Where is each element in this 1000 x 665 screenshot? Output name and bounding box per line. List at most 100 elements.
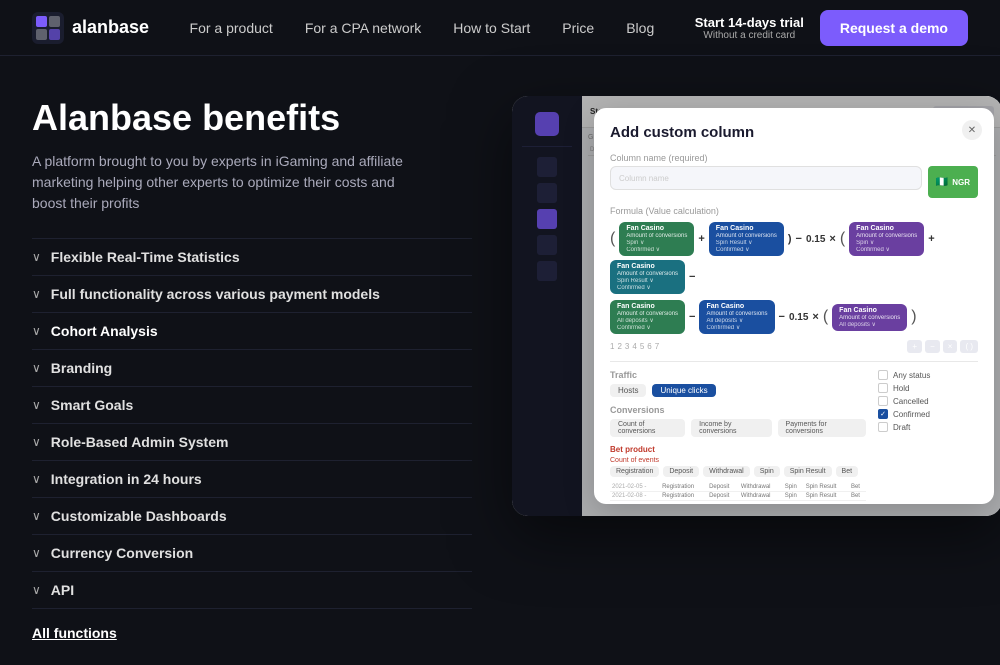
nav-blog[interactable]: Blog <box>626 20 654 36</box>
sr-cell: Spin Result <box>804 483 849 492</box>
conv-chips: Count of conversions Income by conversio… <box>610 419 866 437</box>
feature-item-f10[interactable]: ∨ API <box>32 572 472 609</box>
feature-item-f7[interactable]: ∨ Integration in 24 hours <box>32 461 472 498</box>
nav-product[interactable]: For a product <box>190 20 273 36</box>
bc1-5[interactable]: Spin Result <box>784 466 832 477</box>
conv-chip-2[interactable]: Income by conversions <box>691 419 771 437</box>
formula-chip-1[interactable]: Fan Casino Amount of conversions Spin ∨ … <box>619 222 694 256</box>
status-checkboxes: Any status Hold Cancelled <box>878 370 978 432</box>
formula-plus-btn[interactable]: + <box>907 340 922 353</box>
traffic-label: Traffic <box>610 370 866 380</box>
right-panel: Statistics 12.12.2020 – ... Group by: Da… <box>512 96 1000 641</box>
cb-any-box[interactable] <box>878 370 888 380</box>
cb-draft-box[interactable] <box>878 422 888 432</box>
feature-item-f4[interactable]: ∨ Branding <box>32 350 472 387</box>
column-name-placeholder: Column name <box>619 174 669 183</box>
chevron-icon-f6: ∨ <box>32 435 41 449</box>
formula-op-times1: × <box>829 233 835 245</box>
all-functions-link[interactable]: All functions <box>32 625 472 641</box>
feature-item-f9[interactable]: ∨ Currency Conversion <box>32 535 472 572</box>
fc2-confirm: Confirmed ∨ <box>716 246 777 253</box>
chevron-icon-f4: ∨ <box>32 361 41 375</box>
chevron-icon-f5: ∨ <box>32 398 41 412</box>
feature-list: ∨ Flexible Real-Time Statistics ∨ Full f… <box>32 238 472 609</box>
formula-chip-5[interactable]: Fan Casino Amount of conversions All dep… <box>610 300 685 334</box>
formula-num-1: 0.15 <box>806 234 825 245</box>
chevron-icon-f8: ∨ <box>32 509 41 523</box>
formula-minus-btn[interactable]: − <box>925 340 940 353</box>
traffic-chip-clicks[interactable]: Unique clicks <box>652 384 715 397</box>
logo-icon <box>32 12 64 44</box>
fc6-title: Fan Casino <box>706 303 767 310</box>
reg-cell2: Registration <box>660 492 707 501</box>
formula-chip-4[interactable]: Fan Casino Amount of conversions Spin Re… <box>610 260 685 294</box>
nav-cpa[interactable]: For a CPA network <box>305 20 421 36</box>
feature-label-f2: Full functionality across various paymen… <box>51 286 380 302</box>
conv-chip-3[interactable]: Payments for conversions <box>778 419 866 437</box>
dialog-close-button[interactable]: ✕ <box>962 120 982 140</box>
dep-cell: Deposit <box>707 483 739 492</box>
conv-chip-1[interactable]: Count of conversions <box>610 419 685 437</box>
cb-confirmed-label: Confirmed <box>893 410 930 419</box>
feature-item-f2[interactable]: ∨ Full functionality across various paym… <box>32 276 472 313</box>
fc6-confirm: Confirmed ∨ <box>706 324 767 331</box>
wd-cell: Withdrawal <box>739 483 783 492</box>
feature-item-f6[interactable]: ∨ Role-Based Admin System <box>32 424 472 461</box>
fc4-title: Fan Casino <box>617 263 678 270</box>
cb-hold-box[interactable] <box>878 383 888 393</box>
demo-button[interactable]: Request a demo <box>820 10 968 46</box>
nav-howto[interactable]: How to Start <box>453 20 530 36</box>
fc4-select: Spin Result ∨ <box>617 277 678 284</box>
fc1-select: Spin ∨ <box>626 239 687 246</box>
bc1-4[interactable]: Spin <box>754 466 780 477</box>
column-name-input[interactable]: Column name <box>610 166 922 190</box>
bc1-2[interactable]: Deposit <box>663 466 699 477</box>
feature-label-f10: API <box>51 582 74 598</box>
traffic-chip-hosts[interactable]: Hosts <box>610 384 646 397</box>
cb-hold[interactable]: Hold <box>878 383 978 393</box>
currency-chip[interactable]: 🇳🇬 NGR <box>928 166 978 198</box>
formula-times-btn[interactable]: × <box>943 340 958 353</box>
cb-cancelled-box[interactable] <box>878 396 888 406</box>
feature-label-f4: Branding <box>51 360 112 376</box>
feature-item-f3[interactable]: ∨ Cohort Analysis <box>32 313 472 350</box>
dialog-divider-1 <box>610 361 978 362</box>
cb-any[interactable]: Any status <box>878 370 978 380</box>
wd-cell2: Withdrawal <box>739 492 783 501</box>
feature-item-f5[interactable]: ∨ Smart Goals <box>32 387 472 424</box>
chevron-icon-f3: ∨ <box>32 324 41 338</box>
formula-op-close1: ) <box>788 233 792 245</box>
feature-item-f1[interactable]: ∨ Flexible Real-Time Statistics <box>32 238 472 276</box>
chevron-icon-f2: ∨ <box>32 287 41 301</box>
bc1-6[interactable]: Bet <box>836 466 859 477</box>
formula-op-minus4: − <box>779 311 785 323</box>
bet-sublabel1: Count of events <box>610 457 866 464</box>
sr-cell2: Spin Result <box>804 492 849 501</box>
cb-draft[interactable]: Draft <box>878 422 978 432</box>
logo[interactable]: alanbase <box>32 12 149 44</box>
column-name-row: Column name 🇳🇬 NGR <box>610 166 978 198</box>
dialog-title: Add custom column <box>610 124 978 141</box>
formula-op-times2: × <box>812 311 818 323</box>
spin-cell: Spin <box>783 483 804 492</box>
bc1-3[interactable]: Withdrawal <box>703 466 750 477</box>
formula-chip-7[interactable]: Fan Casino Amount of conversions All dep… <box>832 304 907 331</box>
navbar: alanbase For a product For a CPA network… <box>0 0 1000 56</box>
chevron-icon-f10: ∨ <box>32 583 41 597</box>
nav-price[interactable]: Price <box>562 20 594 36</box>
cb-cancelled[interactable]: Cancelled <box>878 396 978 406</box>
bc1-1[interactable]: Registration <box>610 466 659 477</box>
cb-confirmed-box[interactable]: ✓ <box>878 409 888 419</box>
formula-chip-6[interactable]: Fan Casino Amount of conversions All dep… <box>699 300 774 334</box>
trial-button[interactable]: Start 14-days trial Without a credit car… <box>695 15 804 41</box>
page-4: 4 <box>632 342 636 351</box>
fc7-title: Fan Casino <box>839 307 900 314</box>
formula-paren-btn[interactable]: ( ) <box>960 340 978 353</box>
formula-chip-3[interactable]: Fan Casino Amount of conversions Spin ∨ … <box>849 222 924 256</box>
bet-cell: Bet <box>849 483 866 492</box>
hero-subtitle: A platform brought to you by experts in … <box>32 151 412 214</box>
formula-chip-2[interactable]: Fan Casino Amount of conversions Spin Re… <box>709 222 784 256</box>
feature-item-f8[interactable]: ∨ Customizable Dashboards <box>32 498 472 535</box>
cb-confirmed[interactable]: ✓ Confirmed <box>878 409 978 419</box>
feature-label-f9: Currency Conversion <box>51 545 193 561</box>
